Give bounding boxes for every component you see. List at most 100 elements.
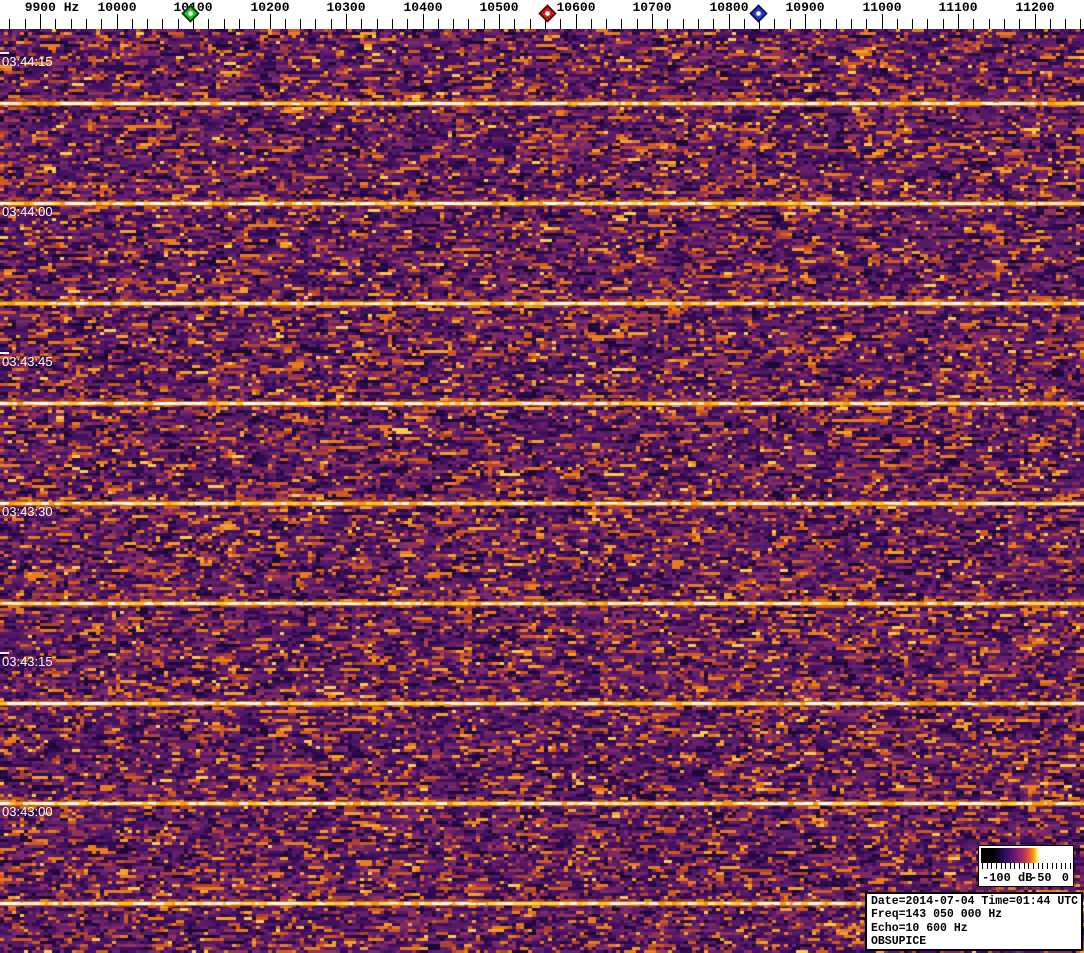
frequency-tick [912, 19, 914, 29]
frequency-tick [667, 19, 669, 29]
frequency-tick [101, 19, 103, 29]
colorbar-tick [1037, 863, 1039, 869]
colorbar-tick [1028, 863, 1030, 869]
frequency-label: 10400 [403, 0, 443, 15]
colorbar-tick [1005, 863, 1007, 869]
frequency-tick [575, 14, 577, 29]
intensity-colorbar-legend: -100 dB -50 0 [978, 845, 1074, 887]
frequency-tick [422, 14, 424, 29]
frequency-tick [70, 19, 72, 29]
colorbar-tick [986, 863, 988, 869]
frequency-tick [1003, 19, 1005, 29]
colorbar-tick [1056, 863, 1058, 869]
frequency-tick [590, 19, 592, 29]
colorbar-tick [1019, 863, 1021, 869]
frequency-tick [330, 19, 332, 29]
frequency-tick [361, 19, 363, 29]
frequency-tick [560, 19, 562, 29]
frequency-label: 10700 [632, 0, 672, 15]
red-marker-diamond-icon[interactable] [537, 4, 557, 23]
time-label: 03:43:45 [2, 354, 53, 369]
observation-info-box: Date=2014-07-04 Time=01:44 UTC Freq=143 … [865, 892, 1083, 951]
time-label: 03:43:00 [2, 804, 53, 819]
frequency-tick [697, 19, 699, 29]
frequency-label: 10200 [250, 0, 290, 15]
colorbar-tick [1046, 863, 1048, 869]
frequency-tick [55, 19, 57, 29]
frequency-tick [1049, 19, 1051, 29]
frequency-tick [988, 19, 990, 29]
frequency-tick [315, 19, 317, 29]
frequency-tick [835, 19, 837, 29]
colorbar-tick [1070, 863, 1071, 869]
frequency-tick [805, 14, 806, 29]
frequency-tick [1019, 19, 1021, 29]
frequency-tick [1034, 14, 1036, 29]
frequency-label: 11000 [862, 0, 902, 15]
colorbar-labels: -100 dB -50 0 [982, 871, 1070, 886]
frequency-tick [223, 19, 225, 29]
frequency-tick [284, 19, 286, 29]
frequency-tick [743, 19, 745, 29]
frequency-tick [606, 19, 608, 29]
colorbar-tick [995, 863, 997, 869]
frequency-tick [147, 19, 149, 29]
frequency-tick [24, 19, 26, 29]
blue-marker-diamond-icon[interactable] [748, 4, 768, 23]
meteor-spectrogram-app: 9900 Hz100001010010200103001040010500106… [0, 0, 1084, 953]
frequency-tick [774, 19, 776, 29]
frequency-label: 10900 [785, 0, 825, 15]
colorbar-tick [1009, 863, 1011, 869]
time-label: 03:44:15 [2, 54, 53, 69]
frequency-tick [896, 19, 898, 29]
time-label: 03:43:15 [2, 654, 53, 669]
colorbar-tick [982, 863, 983, 869]
frequency-tick [346, 14, 347, 29]
info-echo: Echo=10 600 Hz [871, 921, 968, 935]
frequency-tick [728, 14, 730, 29]
frequency-label: 9900 Hz [24, 0, 80, 15]
colorbar-tick [1014, 863, 1016, 869]
colorbar-tick [1060, 863, 1062, 869]
colorbar-tick [1000, 863, 1002, 869]
frequency-tick [682, 19, 684, 29]
colorbar-gradient [981, 848, 1071, 863]
frequency-tick [162, 19, 164, 29]
frequency-label: 10600 [556, 0, 596, 15]
frequency-tick [376, 19, 378, 29]
frequency-tick [652, 14, 653, 29]
frequency-tick [131, 19, 133, 29]
frequency-label: 10000 [97, 0, 137, 15]
frequency-label: 11100 [938, 0, 978, 15]
frequency-label: 11200 [1015, 0, 1055, 15]
frequency-tick [300, 19, 302, 29]
frequency-axis: 9900 Hz100001010010200103001040010500106… [0, 0, 1084, 29]
frequency-tick [391, 19, 393, 29]
frequency-tick [820, 19, 822, 29]
frequency-tick [958, 14, 959, 29]
frequency-tick [9, 19, 11, 29]
frequency-tick [208, 19, 210, 29]
spectrogram-waterfall-canvas[interactable] [0, 29, 1084, 953]
frequency-tick [636, 19, 638, 29]
frequency-label: 10800 [709, 0, 749, 15]
frequency-tick [866, 19, 868, 29]
frequency-tick [269, 14, 271, 29]
colorbar-tick [1023, 863, 1025, 869]
colorbar-tick [1032, 863, 1034, 869]
frequency-tick [437, 19, 439, 29]
colorbar-tick [1051, 863, 1053, 869]
frequency-label: 10500 [479, 0, 519, 15]
frequency-tick [621, 19, 623, 29]
frequency-tick [713, 19, 715, 29]
colorbar-ticks [981, 863, 1071, 870]
info-date-time: Date=2014-07-04 Time=01:44 UTC [871, 895, 1079, 908]
colorbar-label-mid: -50 [1030, 871, 1052, 885]
frequency-tick [1065, 19, 1067, 29]
frequency-tick [407, 19, 409, 29]
frequency-tick [483, 19, 485, 29]
frequency-tick [881, 14, 883, 29]
frequency-tick [254, 19, 256, 29]
colorbar-tick [991, 863, 993, 869]
frequency-tick [453, 19, 455, 29]
